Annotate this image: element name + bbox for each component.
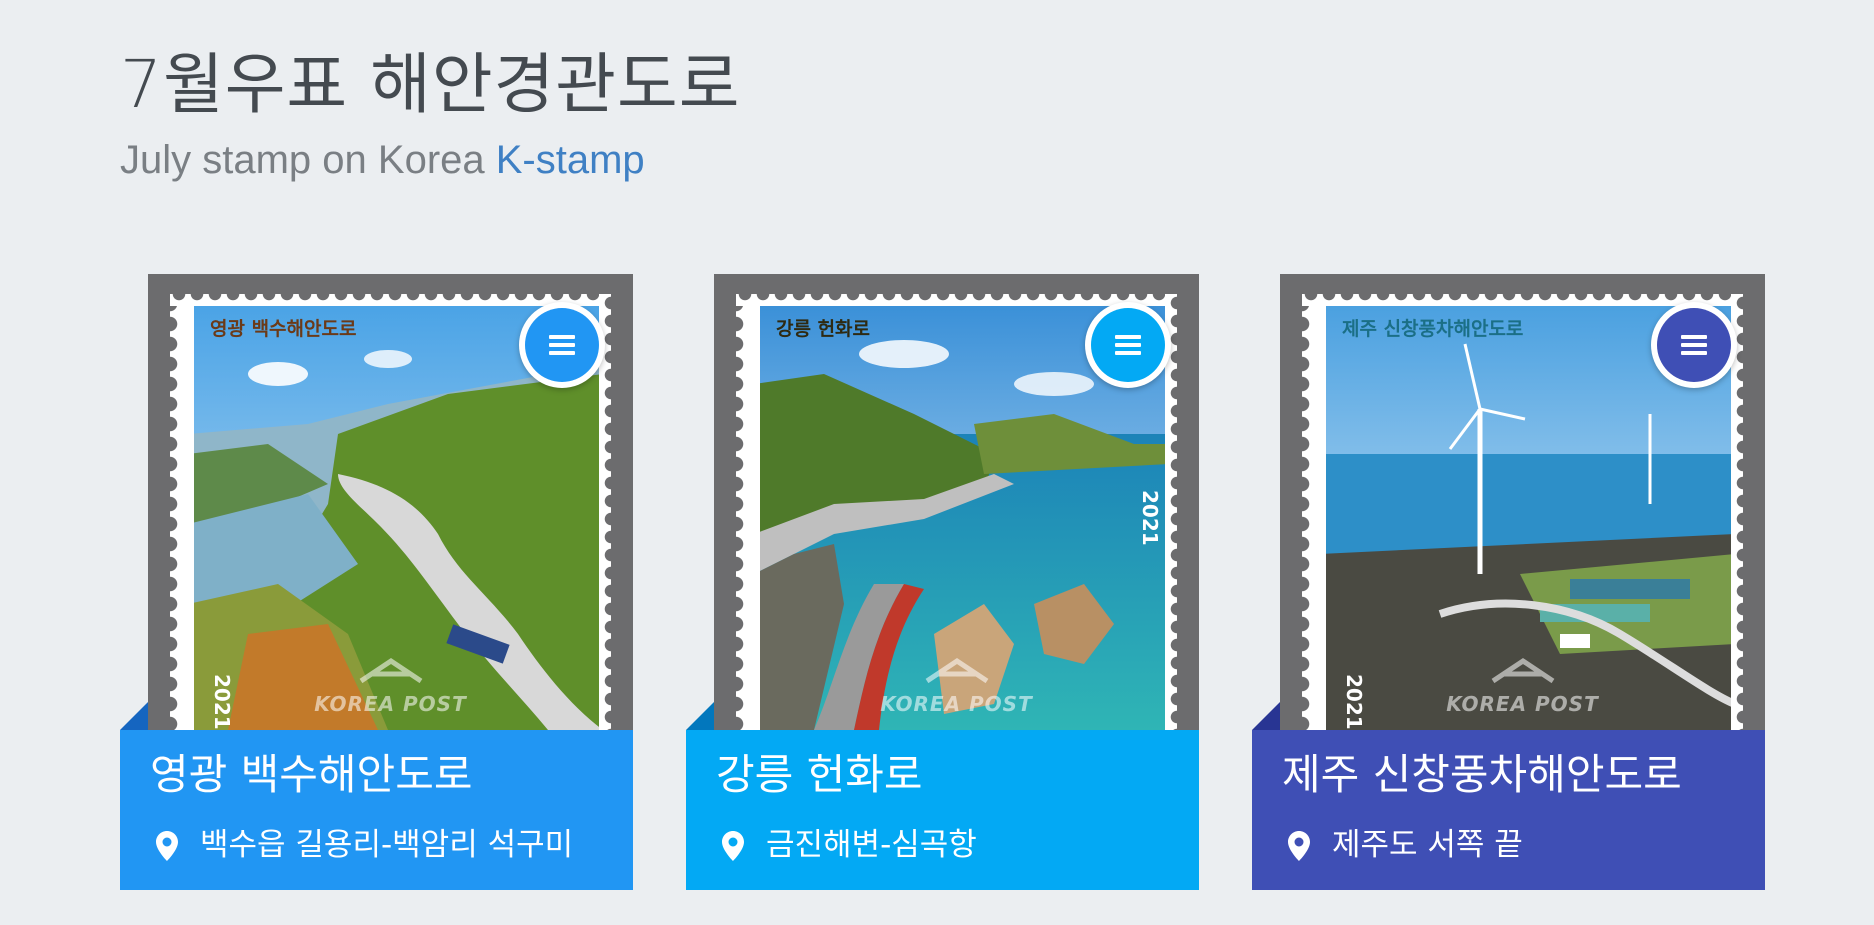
menu-icon xyxy=(1115,331,1141,359)
card-caption: 강릉 헌화로 금진해변-심곡항 xyxy=(686,702,1199,890)
stamp-frame: 영광 백수해안도로 2021 KOREA POST xyxy=(148,274,633,730)
menu-icon xyxy=(549,331,575,359)
menu-button[interactable] xyxy=(519,302,605,388)
card-caption: 제주 신창풍차해안도로 제주도 서쪽 끝 xyxy=(1252,702,1765,890)
card-title: 강릉 헌화로 xyxy=(716,750,923,799)
korea-post-logo xyxy=(1491,657,1554,684)
card-title: 제주 신창풍차해안도로 xyxy=(1282,750,1682,799)
stamp-brand: KOREA POST xyxy=(880,692,1033,716)
page-subtitle: July stamp on Korea K-stamp xyxy=(120,140,740,180)
stamp-brand: KOREA POST xyxy=(314,692,467,716)
subtitle-text: July stamp on Korea xyxy=(120,138,496,182)
map-pin-icon xyxy=(1288,830,1310,861)
caption-fold xyxy=(1252,702,1280,730)
stamp-card[interactable]: 제주 신창풍차해안도로 2021 KOREA POST 제주 신창풍차해안도로 … xyxy=(1252,274,1765,890)
card-location: 금진해변-심곡항 xyxy=(722,830,977,861)
caption-fold xyxy=(686,702,714,730)
menu-button[interactable] xyxy=(1651,302,1737,388)
stamp-perforation xyxy=(170,294,194,730)
card-location-text: 금진해변-심곡항 xyxy=(766,827,977,863)
caption-fold xyxy=(120,702,148,730)
stamp-card[interactable]: 강릉 헌화로 2021 KOREA POST 강릉 헌화로 금진해변-심곡항 xyxy=(686,274,1199,890)
menu-button[interactable] xyxy=(1085,302,1171,388)
card-title: 영광 백수해안도로 xyxy=(150,750,473,799)
card-location-text: 제주도 서쪽 끝 xyxy=(1332,827,1523,863)
card-location-text: 백수읍 길용리-백암리 석구미 xyxy=(200,827,574,863)
korea-post-logo xyxy=(359,657,422,684)
stamp-frame: 제주 신창풍차해안도로 2021 KOREA POST xyxy=(1280,274,1765,730)
menu-icon xyxy=(1681,331,1707,359)
map-pin-icon xyxy=(156,830,178,861)
stamp-perforation xyxy=(736,294,760,730)
stamp-year: 2021 xyxy=(210,674,234,730)
card-location: 제주도 서쪽 끝 xyxy=(1288,830,1523,861)
stamp-brand: KOREA POST xyxy=(1446,692,1599,716)
map-pin-icon xyxy=(722,830,744,861)
card-location: 백수읍 길용리-백암리 석구미 xyxy=(156,830,573,861)
stamp-perforation xyxy=(1302,294,1326,730)
stamp-label: 강릉 헌화로 xyxy=(776,318,871,340)
stamp-card[interactable]: 영광 백수해안도로 2021 KOREA POST 영광 백수해안도로 백수읍 … xyxy=(120,274,633,890)
stamp-label: 영광 백수해안도로 xyxy=(210,318,357,340)
stamp-label: 제주 신창풍차해안도로 xyxy=(1342,318,1524,340)
stamp-year: 2021 xyxy=(1342,674,1366,730)
stamp-year: 2021 xyxy=(1138,490,1162,546)
page-header: 7월우표 해안경관도로 July stamp on Korea K-stamp xyxy=(120,46,741,181)
card-caption: 영광 백수해안도로 백수읍 길용리-백암리 석구미 xyxy=(120,702,633,890)
page-title: 7월우표 해안경관도로 xyxy=(120,46,741,123)
stamp-frame: 강릉 헌화로 2021 KOREA POST xyxy=(714,274,1199,730)
subtitle-link[interactable]: K-stamp xyxy=(496,138,645,182)
korea-post-logo xyxy=(925,657,988,684)
